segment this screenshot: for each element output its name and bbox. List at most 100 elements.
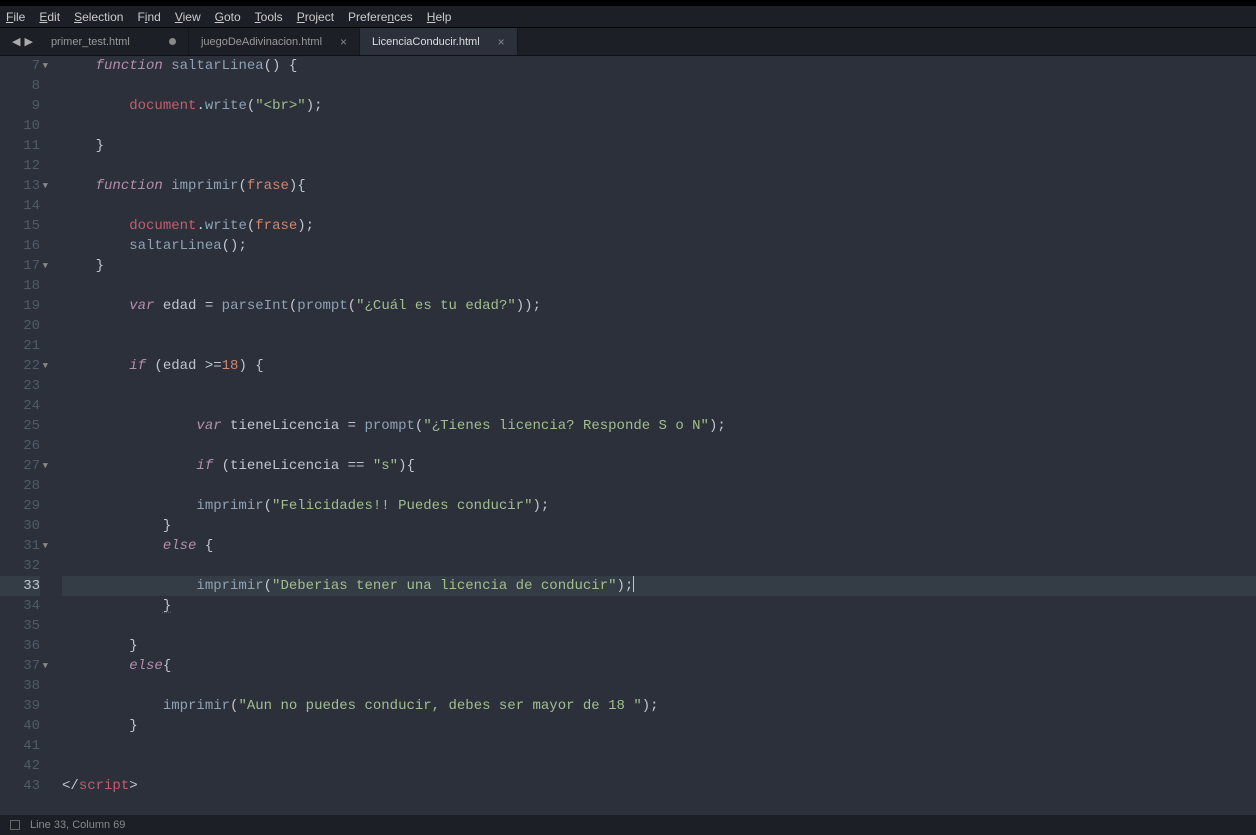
line-number: 12 [0,156,40,176]
line-number: 41 [0,736,40,756]
line-number: 39 [0,696,40,716]
code-line[interactable]: var tieneLicencia = prompt("¿Tienes lice… [62,416,1256,436]
code-line[interactable]: else{ [62,656,1256,676]
line-number: 10 [0,116,40,136]
code-line[interactable]: imprimir("Deberias tener una licencia de… [62,576,1256,596]
line-number: 31▼ [0,536,40,556]
line-number: 24 [0,396,40,416]
line-number: 15 [0,216,40,236]
tab-nav-arrows: ◀ ▶ [6,28,39,55]
code-line[interactable]: imprimir("Aun no puedes conducir, debes … [62,696,1256,716]
close-icon[interactable]: × [340,35,347,49]
code-line[interactable]: function imprimir(frase){ [62,176,1256,196]
code-line[interactable]: } [62,136,1256,156]
menu-help[interactable]: Help [427,10,452,24]
code-line[interactable]: imprimir("Felicidades!! Puedes conducir"… [62,496,1256,516]
line-number: 40 [0,716,40,736]
code-line[interactable]: } [62,516,1256,536]
code-line[interactable] [62,756,1256,776]
code-line[interactable] [62,276,1256,296]
tab-forward-icon[interactable]: ▶ [24,35,32,48]
menu-file[interactable]: File [6,10,25,24]
line-number: 9 [0,96,40,116]
modified-dot-icon[interactable] [169,38,176,45]
code-line[interactable] [62,376,1256,396]
code-line[interactable]: } [62,716,1256,736]
code-line[interactable]: </script> [62,776,1256,796]
line-number: 37▼ [0,656,40,676]
menu-bar: File Edit Selection Find View Goto Tools Projec… [0,6,1256,28]
line-number: 36 [0,636,40,656]
close-icon[interactable]: × [498,35,505,49]
code-line[interactable] [62,616,1256,636]
line-number: 14 [0,196,40,216]
line-gutter: 7▼8910111213▼14151617▼1819202122▼2324252… [0,56,48,815]
code-line[interactable]: } [62,636,1256,656]
code-line[interactable] [62,76,1256,96]
status-bar: Line 33, Column 69 [0,815,1256,835]
status-cursor-position: Line 33, Column 69 [30,819,125,831]
menu-tools[interactable]: Tools [255,10,283,24]
line-number: 7▼ [0,56,40,76]
code-line[interactable] [62,556,1256,576]
code-line[interactable] [62,316,1256,336]
code-line[interactable]: document.write("<br>"); [62,96,1256,116]
tab-label: juegoDeAdivinacion.html [201,36,322,48]
menu-edit[interactable]: Edit [39,10,60,24]
menu-preferences[interactable]: Preferences [348,10,413,24]
code-line[interactable] [62,396,1256,416]
line-number: 33 [0,576,40,596]
line-number: 28 [0,476,40,496]
menu-selection[interactable]: Selection [74,10,123,24]
line-number: 26 [0,436,40,456]
tab-LicenciaConducir-html[interactable]: LicenciaConducir.html × [360,28,518,55]
code-line[interactable] [62,476,1256,496]
code-line[interactable]: function saltarLinea() { [62,56,1256,76]
editor-area[interactable]: 7▼8910111213▼14151617▼1819202122▼2324252… [0,56,1256,815]
line-number: 29 [0,496,40,516]
line-number: 30 [0,516,40,536]
code-line[interactable]: } [62,256,1256,276]
code-line[interactable]: saltarLinea(); [62,236,1256,256]
code-line[interactable] [62,336,1256,356]
code-line[interactable]: else { [62,536,1256,556]
code-line[interactable] [62,676,1256,696]
code-line[interactable]: document.write(frase); [62,216,1256,236]
tab-juegoDeAdivinacion-html[interactable]: juegoDeAdivinacion.html × [189,28,360,55]
line-number: 16 [0,236,40,256]
tab-primer_test-html[interactable]: primer_test.html [39,28,189,55]
code-line[interactable]: if (edad >=18) { [62,356,1256,376]
menu-project[interactable]: Project [297,10,334,24]
menu-view[interactable]: View [175,10,201,24]
menu-goto[interactable]: Goto [215,10,241,24]
tab-bar: ◀ ▶ primer_test.html juegoDeAdivinacion.h… [0,28,1256,56]
code-line[interactable] [62,436,1256,456]
code-content[interactable]: function saltarLinea() { document.write(… [48,56,1256,815]
tab-label: primer_test.html [51,36,130,48]
line-number: 34 [0,596,40,616]
tab-label: LicenciaConducir.html [372,36,480,48]
line-number: 11 [0,136,40,156]
line-number: 43 [0,776,40,796]
line-number: 8 [0,76,40,96]
line-number: 18 [0,276,40,296]
code-line[interactable] [62,116,1256,136]
code-line[interactable]: if (tieneLicencia == "s"){ [62,456,1256,476]
line-number: 38 [0,676,40,696]
line-number: 20 [0,316,40,336]
line-number: 42 [0,756,40,776]
text-cursor [633,576,634,592]
code-line[interactable] [62,196,1256,216]
menu-find[interactable]: Find [137,10,160,24]
code-line[interactable] [62,736,1256,756]
line-number: 17▼ [0,256,40,276]
line-number: 23 [0,376,40,396]
code-line[interactable] [62,156,1256,176]
line-number: 32 [0,556,40,576]
status-checkbox-icon[interactable] [10,820,20,830]
tab-back-icon[interactable]: ◀ [12,35,20,48]
code-line[interactable]: var edad = parseInt(prompt("¿Cuál es tu … [62,296,1256,316]
code-line[interactable]: } [62,596,1256,616]
line-number: 27▼ [0,456,40,476]
line-number: 21 [0,336,40,356]
